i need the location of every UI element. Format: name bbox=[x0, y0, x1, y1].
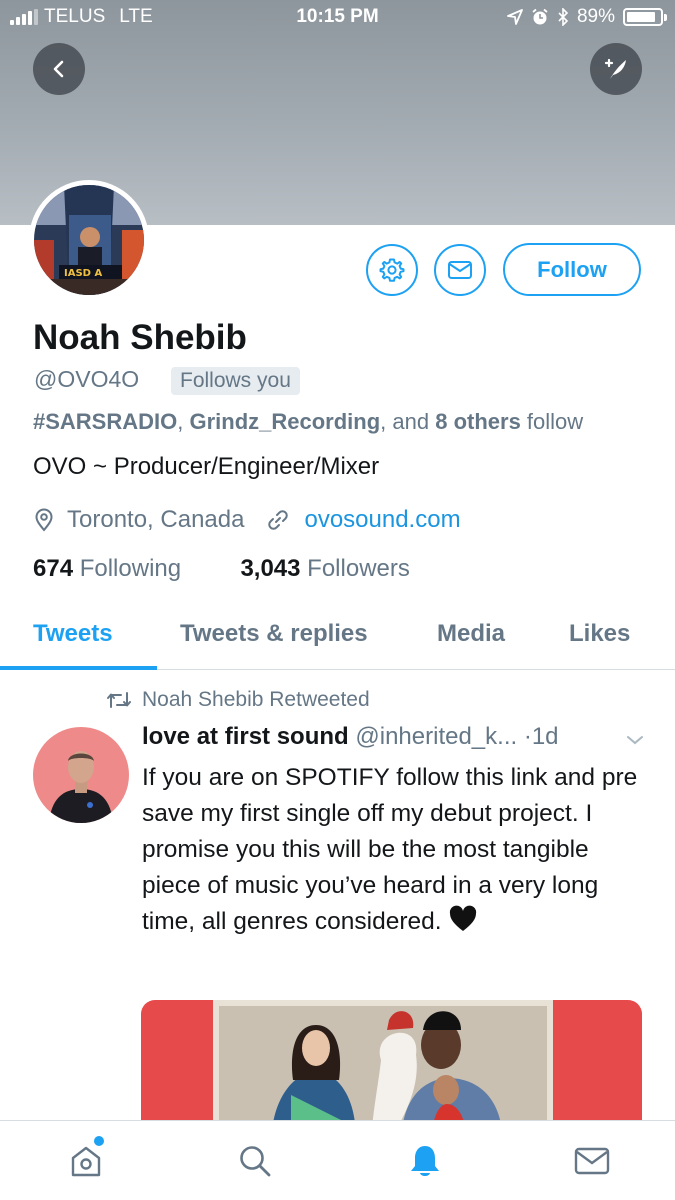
profile-location: Toronto, Canada bbox=[67, 506, 245, 533]
followed-by-separator-1: , bbox=[177, 409, 190, 434]
tweet-author-name[interactable]: love at first sound bbox=[142, 723, 349, 750]
battery-icon bbox=[623, 8, 667, 26]
followers-count: 3,043 bbox=[240, 555, 301, 582]
status-right: 89% bbox=[507, 6, 667, 28]
tweet-body: If you are on SPOTIFY follow this link a… bbox=[142, 760, 647, 944]
tweet-menu-button[interactable] bbox=[626, 733, 644, 751]
followers-count-link[interactable]: 3,043 Followers bbox=[240, 555, 409, 582]
followed-by-account-1[interactable]: #SARSRADIO bbox=[33, 409, 177, 434]
bluetooth-icon bbox=[558, 8, 569, 26]
profile-name: Noah Shebib bbox=[33, 318, 247, 357]
nav-search[interactable] bbox=[235, 1141, 275, 1181]
location-arrow-icon bbox=[507, 9, 523, 25]
tweet-author-handle[interactable]: @inherited_k... bbox=[355, 723, 517, 750]
retweet-context: Noah Shebib Retweeted bbox=[106, 688, 370, 712]
tab-likes[interactable]: Likes bbox=[569, 620, 630, 648]
following-count-link[interactable]: 674 Following bbox=[33, 555, 181, 582]
nav-notifications[interactable] bbox=[405, 1141, 445, 1181]
retweeted-by-label: Noah Shebib Retweeted bbox=[142, 688, 370, 711]
search-icon bbox=[240, 1146, 271, 1177]
envelope-icon bbox=[448, 261, 472, 279]
following-count: 674 bbox=[33, 555, 74, 582]
tweet-header: love at first sound @inherited_k... ·1d bbox=[142, 723, 652, 751]
tab-media[interactable]: Media bbox=[437, 620, 505, 648]
compose-tweet-button[interactable] bbox=[590, 43, 642, 95]
tab-tweets[interactable]: Tweets bbox=[33, 620, 113, 648]
nav-home[interactable] bbox=[66, 1136, 106, 1181]
followers-label: Followers bbox=[300, 555, 410, 582]
home-icon bbox=[71, 1146, 101, 1177]
retweet-icon bbox=[107, 692, 131, 708]
back-arrow-icon bbox=[53, 60, 64, 78]
tweet-timestamp[interactable]: ·1d bbox=[524, 723, 559, 750]
profile-bio: OVO ~ Producer/Engineer/Mixer bbox=[33, 453, 380, 480]
followed-by-account-2[interactable]: Grindz_Recording bbox=[189, 409, 380, 434]
followed-by-line[interactable]: #SARSRADIO, Grindz_Recording, and 8 othe… bbox=[33, 409, 583, 435]
followed-by-others[interactable]: 8 others bbox=[435, 409, 521, 434]
followed-by-separator-2: , and bbox=[380, 409, 436, 434]
followed-by-suffix: follow bbox=[520, 409, 584, 434]
tweet-text: If you are on SPOTIFY follow this link a… bbox=[142, 764, 638, 935]
link-icon bbox=[268, 510, 289, 530]
black-heart-emoji bbox=[448, 905, 478, 944]
follows-you-badge: Follows you bbox=[171, 367, 300, 395]
svg-text:IASD A: IASD A bbox=[64, 268, 102, 279]
back-button[interactable] bbox=[33, 43, 85, 95]
bottom-navigation bbox=[0, 1120, 675, 1200]
follow-counts: 674 Following 3,043 Followers bbox=[33, 555, 410, 583]
nav-messages[interactable] bbox=[572, 1141, 612, 1181]
message-button[interactable] bbox=[434, 244, 486, 296]
active-tab-indicator bbox=[0, 666, 157, 670]
profile-avatar[interactable]: IASD A bbox=[29, 180, 149, 300]
battery-level bbox=[627, 12, 656, 22]
location-pin-icon bbox=[35, 508, 53, 532]
home-unread-dot bbox=[94, 1136, 104, 1146]
alarm-icon bbox=[532, 8, 548, 25]
profile-meta: Toronto, Canada ovosound.com bbox=[33, 506, 461, 534]
battery-percent: 89% bbox=[576, 6, 615, 27]
status-bar: TELUS LTE 10:15 PM 89% bbox=[0, 0, 675, 36]
chevron-down-icon bbox=[627, 736, 643, 745]
profile-tabs: Tweets Tweets & replies Media Likes bbox=[0, 610, 675, 670]
envelope-icon bbox=[574, 1147, 610, 1175]
profile-website-link[interactable]: ovosound.com bbox=[304, 506, 460, 534]
settings-button[interactable] bbox=[366, 244, 418, 296]
compose-tweet-icon bbox=[604, 58, 626, 79]
avatar-image: IASD A bbox=[34, 185, 144, 295]
tweet-media-image[interactable] bbox=[141, 1000, 642, 1140]
following-label: Following bbox=[73, 555, 182, 582]
follow-button[interactable]: Follow bbox=[503, 243, 641, 296]
bell-icon bbox=[411, 1146, 439, 1176]
profile-handle: @OVO4O bbox=[34, 366, 140, 392]
tab-tweets-and-replies[interactable]: Tweets & replies bbox=[180, 620, 368, 648]
tweet-author-avatar[interactable] bbox=[33, 727, 129, 823]
gear-icon bbox=[379, 258, 405, 282]
